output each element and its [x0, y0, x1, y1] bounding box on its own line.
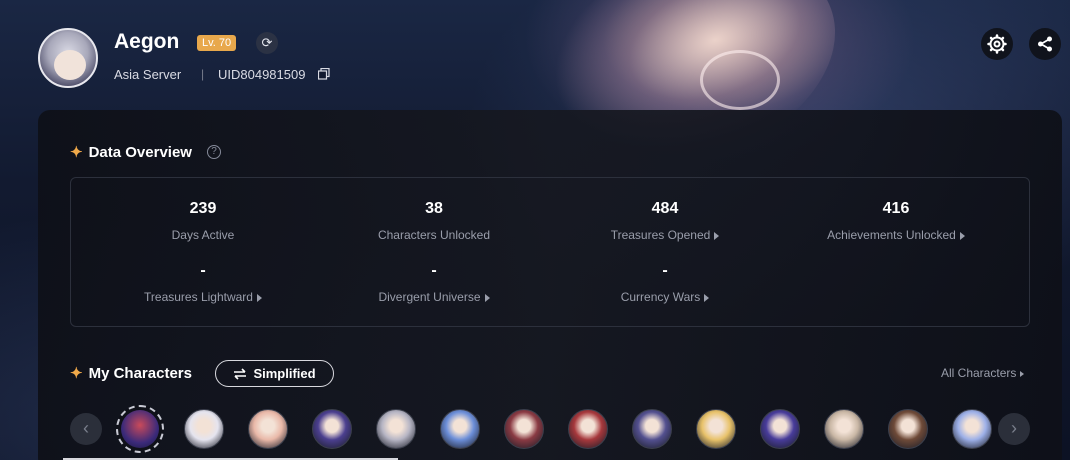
stat-value: - [662, 262, 668, 279]
page: Aegon Lv. 70 ⟳ Asia Server | UID80498150… [0, 0, 1070, 460]
character-avatar[interactable] [696, 409, 736, 449]
carousel-prev-button[interactable]: ‹ [70, 413, 102, 445]
level-badge: Lv. 70 [197, 35, 237, 51]
stat-label: Achievements Unlocked [776, 228, 1016, 242]
character-avatar[interactable] [824, 409, 864, 449]
stat-label: Treasures Lightward [83, 290, 323, 304]
character-avatar[interactable] [312, 409, 352, 449]
server-label: Asia Server [114, 67, 182, 82]
stat-value: 239 [189, 200, 217, 217]
carousel-next-button[interactable]: › [998, 413, 1030, 445]
stat-value: - [200, 262, 206, 279]
stat-days-active: 239 Days Active [83, 200, 323, 242]
sparkle-icon: ✦ [70, 144, 83, 161]
arrow-right-icon [256, 293, 262, 302]
stat-label: Currency Wars [545, 290, 785, 304]
chevron-left-icon: ‹ [83, 418, 89, 438]
character-avatar[interactable] [568, 409, 608, 449]
arrow-right-icon [484, 293, 490, 302]
share-button[interactable] [1029, 28, 1061, 60]
gear-icon [987, 34, 1007, 54]
help-icon[interactable]: ? [207, 145, 221, 159]
character-avatar[interactable] [440, 409, 480, 449]
simplified-toggle-button[interactable]: Simplified [215, 360, 334, 387]
stat-achievements-unlocked[interactable]: 416 Achievements Unlocked [776, 200, 1016, 242]
stat-label: Treasures Opened [545, 228, 785, 242]
chevron-right-icon: › [1011, 418, 1017, 438]
character-avatar[interactable] [952, 409, 992, 449]
my-characters-title: ✦ My Characters [70, 365, 192, 382]
character-avatar[interactable] [184, 409, 224, 449]
character-avatar[interactable] [248, 409, 288, 449]
arrow-right-icon [704, 293, 710, 302]
avatar[interactable] [38, 28, 98, 88]
arrow-right-icon [959, 231, 965, 240]
stat-value: 416 [882, 200, 910, 217]
stat-treasures-lightward[interactable]: - Treasures Lightward [83, 262, 323, 304]
arrow-right-icon [1020, 370, 1025, 377]
data-overview-title: ✦ Data Overview [70, 144, 192, 161]
stat-label: Characters Unlocked [377, 228, 491, 242]
stat-label: Divergent Universe [314, 290, 554, 304]
character-avatar[interactable] [504, 409, 544, 449]
stat-value: - [431, 262, 437, 279]
refresh-icon: ⟳ [261, 35, 273, 50]
stat-characters-unlocked: 38 Characters Unlocked [314, 200, 554, 242]
stat-value: 484 [651, 200, 679, 217]
character-avatar[interactable] [632, 409, 672, 449]
character-avatar[interactable] [116, 405, 164, 453]
character-avatar[interactable] [376, 409, 416, 449]
stat-divergent-universe[interactable]: - Divergent Universe [314, 262, 554, 304]
all-characters-link[interactable]: All Characters [941, 366, 1025, 380]
settings-button[interactable] [981, 28, 1013, 60]
character-avatar[interactable] [760, 409, 800, 449]
simplified-label: Simplified [253, 366, 316, 381]
uid-label: UID804981509 [218, 67, 306, 82]
background-ring [700, 50, 780, 110]
stat-currency-wars[interactable]: - Currency Wars [545, 262, 785, 304]
stat-treasures-opened[interactable]: 484 Treasures Opened [545, 200, 785, 242]
copy-icon[interactable] [318, 68, 330, 80]
switch-account-button[interactable]: ⟳ [256, 32, 278, 54]
arrow-right-icon [714, 231, 720, 240]
swap-icon [234, 367, 247, 380]
character-avatar[interactable] [888, 409, 928, 449]
stat-label: Days Active [171, 228, 235, 242]
separator: | [201, 67, 205, 81]
character-portrait [121, 410, 159, 448]
sparkle-icon: ✦ [70, 365, 83, 382]
stat-value: 38 [425, 200, 443, 217]
username: Aegon [114, 30, 180, 53]
share-icon [1038, 36, 1052, 52]
